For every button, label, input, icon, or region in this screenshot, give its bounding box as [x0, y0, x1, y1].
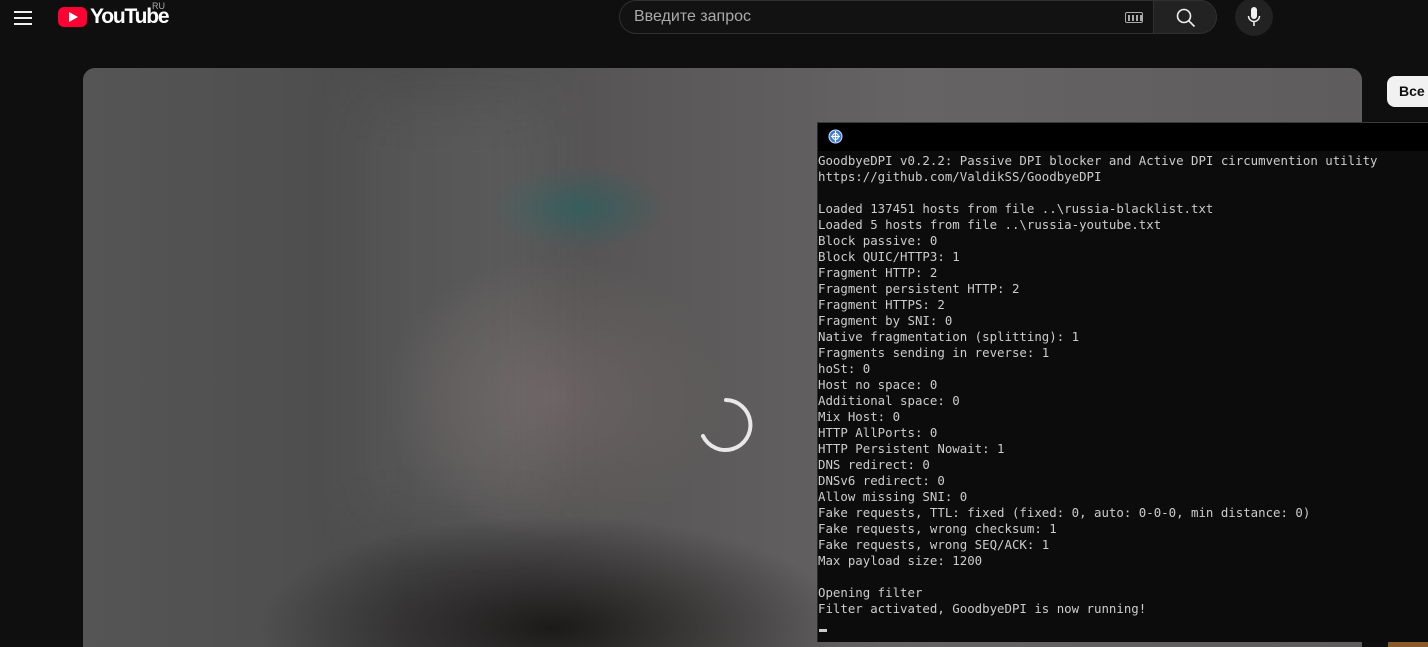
- console-line: Native fragmentation (splitting): 1: [818, 329, 1080, 344]
- console-output: GoodbyeDPI v0.2.2: Passive DPI blocker a…: [818, 153, 1428, 617]
- console-cursor: [819, 629, 827, 632]
- console-line: https://github.com/ValdikSS/GoodbyeDPI: [818, 169, 1102, 184]
- console-line: DNSv6 redirect: 0: [818, 473, 945, 488]
- console-line: HTTP AllPorts: 0: [818, 425, 938, 440]
- console-line: DNS redirect: 0: [818, 457, 930, 472]
- console-line: Fragments sending in reverse: 1: [818, 345, 1050, 360]
- youtube-page: YouTube RU Все: [0, 0, 1428, 647]
- masthead: YouTube RU: [0, 0, 1428, 36]
- console-line: Block passive: 0: [818, 233, 938, 248]
- console-line: Additional space: 0: [818, 393, 960, 408]
- youtube-play-icon: [58, 7, 87, 27]
- console-line: Fragment persistent HTTP: 2: [818, 281, 1020, 296]
- console-line: Host no space: 0: [818, 377, 938, 392]
- console-line: Fragment HTTP: 2: [818, 265, 938, 280]
- search-button[interactable]: [1153, 0, 1217, 34]
- console-line: Loaded 5 hosts from file ..\russia-youtu…: [818, 217, 1162, 232]
- menu-button[interactable]: [10, 4, 36, 30]
- console-line: Max payload size: 1200: [818, 553, 983, 568]
- console-line: Loaded 137451 hosts from file ..\russia-…: [818, 201, 1214, 216]
- console-line: Opening filter: [818, 585, 923, 600]
- chip-all[interactable]: Все: [1387, 76, 1428, 107]
- console-line: GoodbyeDPI v0.2.2: Passive DPI blocker a…: [818, 153, 1378, 168]
- console-line: Block QUIC/HTTP3: 1: [818, 249, 960, 264]
- keyboard-icon[interactable]: [1125, 12, 1143, 23]
- console-line: Fake requests, wrong SEQ/ACK: 1: [818, 537, 1050, 552]
- search-icon: [1176, 8, 1196, 28]
- search-box: [619, 0, 1153, 34]
- console-line: Fragment HTTPS: 2: [818, 297, 945, 312]
- voice-search-button[interactable]: [1235, 0, 1273, 36]
- search-input[interactable]: [634, 1, 1114, 33]
- console-line: Allow missing SNI: 0: [818, 489, 968, 504]
- hamburger-menu-icon: [14, 11, 32, 13]
- country-code: RU: [152, 1, 165, 11]
- microphone-icon: [1247, 7, 1261, 26]
- console-line: Fragment by SNI: 0: [818, 313, 953, 328]
- console-line: Filter activated, GoodbyeDPI is now runn…: [818, 601, 1147, 616]
- loading-spinner-icon: [701, 398, 753, 452]
- goodbyedpi-app-icon: [828, 129, 843, 144]
- console-titlebar[interactable]: [818, 123, 1428, 151]
- goodbyedpi-console-window: GoodbyeDPI v0.2.2: Passive DPI blocker a…: [817, 122, 1428, 642]
- console-line: Fake requests, wrong checksum: 1: [818, 521, 1057, 536]
- console-line: Mix Host: 0: [818, 409, 901, 424]
- console-line: hoSt: 0: [818, 361, 871, 376]
- console-line: HTTP Persistent Nowait: 1: [818, 441, 1005, 456]
- console-line: Fake requests, TTL: fixed (fixed: 0, aut…: [818, 505, 1311, 520]
